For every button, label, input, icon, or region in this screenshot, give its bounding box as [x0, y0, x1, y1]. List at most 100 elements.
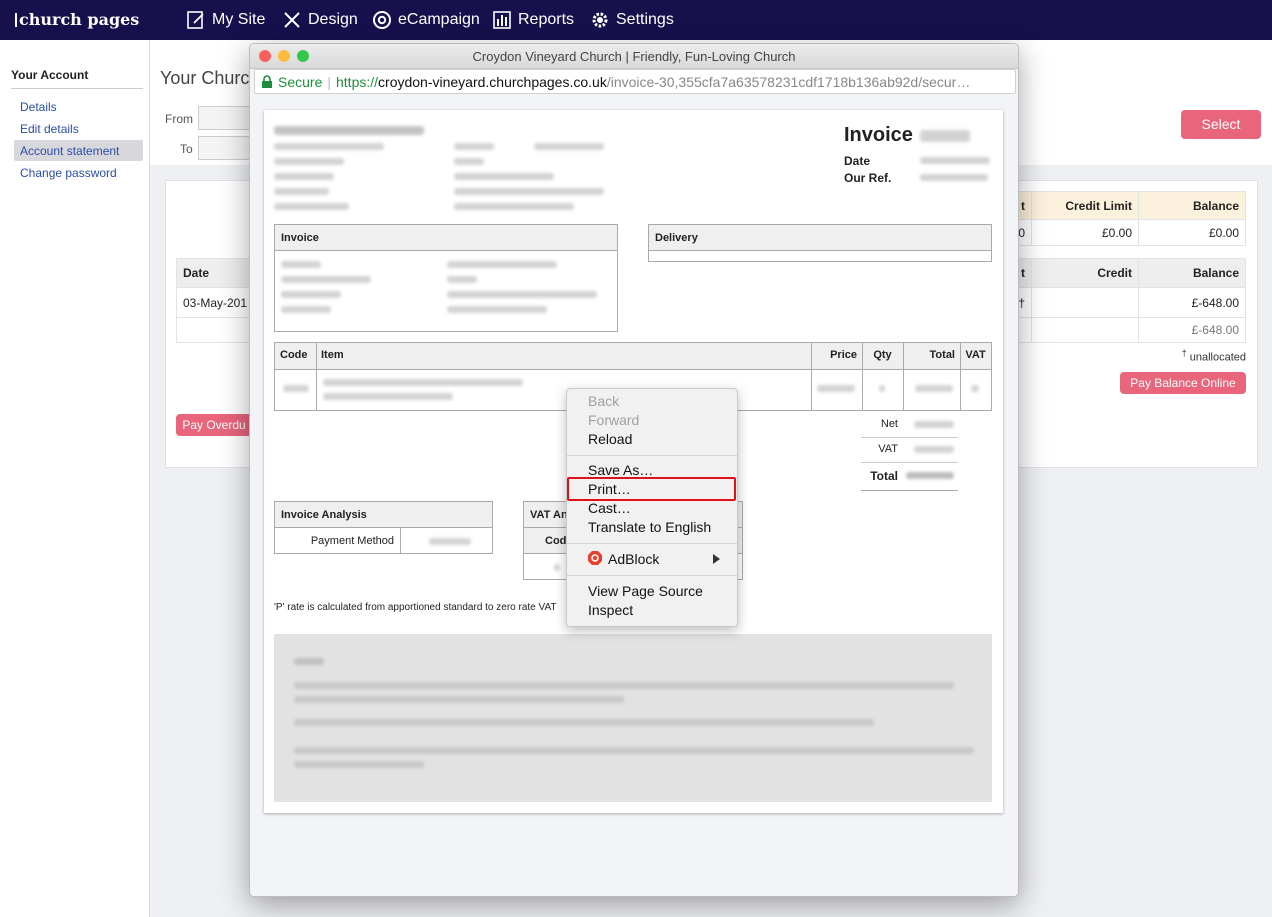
url-host: croydon-vineyard.churchpages.co.uk: [378, 73, 607, 90]
nav-reports[interactable]: Reports: [492, 10, 574, 30]
menu-separator: [567, 543, 737, 544]
window-titlebar[interactable]: Croydon Vineyard Church | Friendly, Fun-…: [250, 44, 1018, 69]
blurred-vat-amount: [914, 446, 954, 453]
nav-settings-label: Settings: [616, 11, 674, 28]
menu-item-forward: Forward: [588, 412, 640, 428]
menu-item-translate[interactable]: Translate to English: [588, 519, 711, 535]
unallocated-note: † unallocated: [1150, 348, 1246, 364]
url-scheme: https://: [336, 73, 379, 90]
blurred-text: [274, 158, 344, 165]
payment-method-label: Payment Method: [275, 528, 401, 553]
sidebar-item-details[interactable]: Details: [20, 100, 57, 114]
blurred-price: [817, 385, 855, 392]
code-column-header: Code: [275, 343, 317, 410]
blurred-item-name: [323, 379, 523, 386]
blurred-ref: [920, 174, 988, 181]
nav-ecampaign[interactable]: eCampaign: [372, 10, 480, 30]
print-highlight-box: [567, 477, 736, 501]
blurred-text: [454, 158, 484, 165]
menu-item-cast[interactable]: Cast…: [588, 500, 631, 516]
blurred-text: [454, 203, 574, 210]
blurred-notes-line: [294, 682, 954, 689]
date-column-header: Date: [176, 258, 256, 288]
our-ref-label: Our Ref.: [844, 171, 892, 185]
from-date-input[interactable]: [198, 106, 250, 130]
logo-text: church pages: [19, 10, 140, 29]
address-bar[interactable]: Secure | https://croydon-vineyard.church…: [254, 69, 1016, 94]
blurred-text: [274, 188, 329, 195]
nav-my-site[interactable]: My Site: [186, 10, 265, 30]
blurred-company-name: [274, 126, 424, 135]
menu-separator: [567, 575, 737, 576]
table-row-date-empty: [176, 317, 256, 343]
account-sidebar: Your Account Details Edit details Accoun…: [0, 40, 150, 917]
blurred-notes-line: [294, 719, 874, 726]
menu-item-reload[interactable]: Reload: [588, 431, 632, 447]
nav-design[interactable]: Design: [282, 10, 358, 30]
total-label: Total: [870, 469, 898, 483]
net-label: Net: [880, 418, 898, 430]
invoice-title: Invoice: [844, 124, 913, 146]
table-row-credit: [1031, 287, 1139, 318]
blurred-qty: [879, 385, 885, 392]
table-row-balance: £-648.00: [1138, 287, 1246, 318]
menu-item-save-as[interactable]: Save As…: [588, 462, 653, 478]
url-separator: |: [327, 73, 331, 90]
nav-design-label: Design: [308, 11, 358, 28]
blurred-net: [914, 421, 954, 428]
sidebar-item-account-statement[interactable]: Account statement: [20, 144, 119, 158]
to-date-input[interactable]: [198, 136, 250, 160]
credit-limit-header: Credit Limit: [1031, 191, 1139, 220]
blurred-text: [274, 143, 384, 150]
blurred-payment-method: [429, 538, 471, 545]
url-path: /invoice-30,355cfa7a63578231cdf1718b136a…: [606, 73, 971, 90]
delivery-box-header: Delivery: [649, 225, 991, 251]
unallocated-mark: †: [1181, 348, 1187, 358]
blurred-text: [534, 143, 604, 150]
context-menu: Back Forward Reload Save As… Print… Cast…: [566, 388, 738, 627]
menu-item-inspect[interactable]: Inspect: [588, 602, 633, 618]
menu-item-view-page-source[interactable]: View Page Source: [588, 583, 703, 599]
invoice-box-header: Invoice: [275, 225, 617, 251]
blurred-text: [447, 291, 597, 298]
blurred-text: [281, 306, 331, 313]
blurred-notes-line: [294, 761, 424, 768]
blurred-date: [920, 157, 990, 164]
blurred-vat-code: [554, 564, 560, 571]
blurred-text: [281, 261, 321, 268]
blurred-text: [454, 143, 494, 150]
nav-reports-label: Reports: [518, 11, 575, 28]
church-pages-logo[interactable]: church pages: [15, 10, 139, 29]
sidebar-divider: [11, 88, 143, 89]
invoice-analysis-box: Invoice Analysis Payment Method: [274, 501, 493, 554]
qty-column-header: Qty: [862, 343, 904, 410]
pay-overdue-button[interactable]: Pay Overdu: [176, 414, 252, 436]
sidebar-item-change-password[interactable]: Change password: [20, 166, 117, 180]
pay-balance-online-button[interactable]: Pay Balance Online: [1120, 372, 1246, 394]
sidebar-item-edit-details[interactable]: Edit details: [20, 122, 79, 136]
blurred-text: [447, 261, 557, 268]
edit-icon: [187, 11, 204, 29]
nav-settings[interactable]: Settings: [590, 10, 674, 30]
menu-item-adblock[interactable]: AdBlock: [608, 551, 659, 567]
nav-my-site-label: My Site: [212, 11, 266, 28]
sidebar-title: Your Account: [11, 68, 89, 82]
unallocated-text: unallocated: [1189, 351, 1246, 364]
blurred-invoice-number: [920, 130, 970, 142]
price-column-header: Price: [811, 343, 863, 410]
blurred-vat: [971, 385, 979, 392]
window-title: Croydon Vineyard Church | Friendly, Fun-…: [472, 49, 796, 64]
select-button[interactable]: Select: [1181, 110, 1261, 139]
adblock-icon: [588, 551, 602, 565]
gear-icon: [592, 12, 608, 28]
balance-value: £0.00: [1138, 219, 1246, 246]
blurred-text: [274, 203, 349, 210]
lock-icon: [262, 74, 272, 88]
delivery-address-box: Delivery: [648, 224, 992, 262]
blurred-text: [281, 276, 371, 283]
blurred-text: [454, 188, 604, 195]
steeple-icon: [15, 13, 17, 27]
credit-column-header: Credit: [1031, 258, 1139, 288]
table-row-credit-empty: [1031, 317, 1139, 343]
nav-ecampaign-label: eCampaign: [398, 11, 480, 28]
